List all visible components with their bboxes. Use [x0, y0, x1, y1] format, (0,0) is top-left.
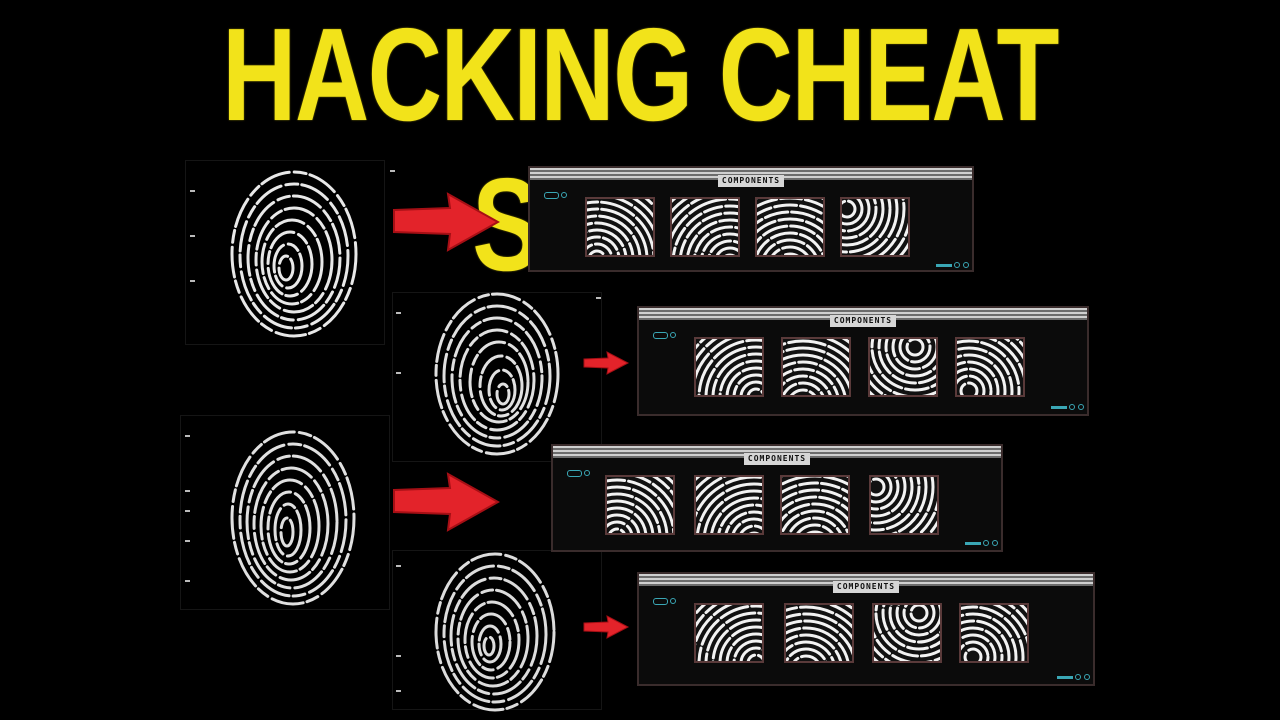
component-tile[interactable]	[755, 197, 825, 257]
component-tile[interactable]	[781, 337, 851, 397]
fingerprint-fragment-icon	[757, 199, 823, 255]
panel-label: COMPONENTS	[829, 315, 897, 327]
arrow-right-icon	[583, 351, 630, 375]
component-tile[interactable]	[694, 475, 764, 535]
fingerprint-fragment-icon	[696, 477, 762, 533]
fingerprint-fragment-icon	[587, 199, 653, 255]
component-tile[interactable]	[670, 197, 740, 257]
fingerprint-fragment-icon	[957, 339, 1023, 395]
component-tile[interactable]	[869, 475, 939, 535]
arrow-right-icon	[583, 615, 630, 639]
fingerprint-icon	[230, 430, 356, 606]
component-tile[interactable]	[585, 197, 655, 257]
fingerprint-fragment-icon	[783, 339, 849, 395]
page-title: HACKING CHEAT SHEET	[222, 1, 1059, 298]
arrow-right-icon	[393, 192, 500, 252]
component-tile[interactable]	[868, 337, 938, 397]
fingerprint-fragment-icon	[842, 199, 908, 255]
components-panel: COMPONENTS	[637, 572, 1095, 686]
component-tile[interactable]	[780, 475, 850, 535]
component-tile[interactable]	[955, 337, 1025, 397]
component-tile[interactable]	[840, 197, 910, 257]
fingerprint-fragment-icon	[870, 339, 936, 395]
component-tile[interactable]	[872, 603, 942, 663]
fingerprint-fragment-icon	[874, 605, 940, 661]
fingerprint-fragment-icon	[961, 605, 1027, 661]
panel-label: COMPONENTS	[717, 175, 785, 187]
components-panel: COMPONENTS	[528, 166, 974, 272]
components-panel: COMPONENTS	[637, 306, 1089, 416]
panel-label: COMPONENTS	[743, 453, 811, 465]
fingerprint-fragment-icon	[871, 477, 937, 533]
component-tile[interactable]	[694, 603, 764, 663]
fingerprint-icon	[230, 170, 358, 338]
panel-label: COMPONENTS	[832, 581, 900, 593]
arrow-right-icon	[393, 472, 500, 532]
component-tile[interactable]	[605, 475, 675, 535]
fingerprint-fragment-icon	[782, 477, 848, 533]
fingerprint-icon	[434, 552, 556, 712]
fingerprint-fragment-icon	[672, 199, 738, 255]
component-tile[interactable]	[784, 603, 854, 663]
fingerprint-fragment-icon	[696, 605, 762, 661]
component-tile[interactable]	[694, 337, 764, 397]
component-tile[interactable]	[959, 603, 1029, 663]
fingerprint-fragment-icon	[786, 605, 852, 661]
fingerprint-fragment-icon	[607, 477, 673, 533]
components-panel: COMPONENTS	[551, 444, 1003, 552]
fingerprint-fragment-icon	[696, 339, 762, 395]
fingerprint-icon	[434, 292, 560, 456]
